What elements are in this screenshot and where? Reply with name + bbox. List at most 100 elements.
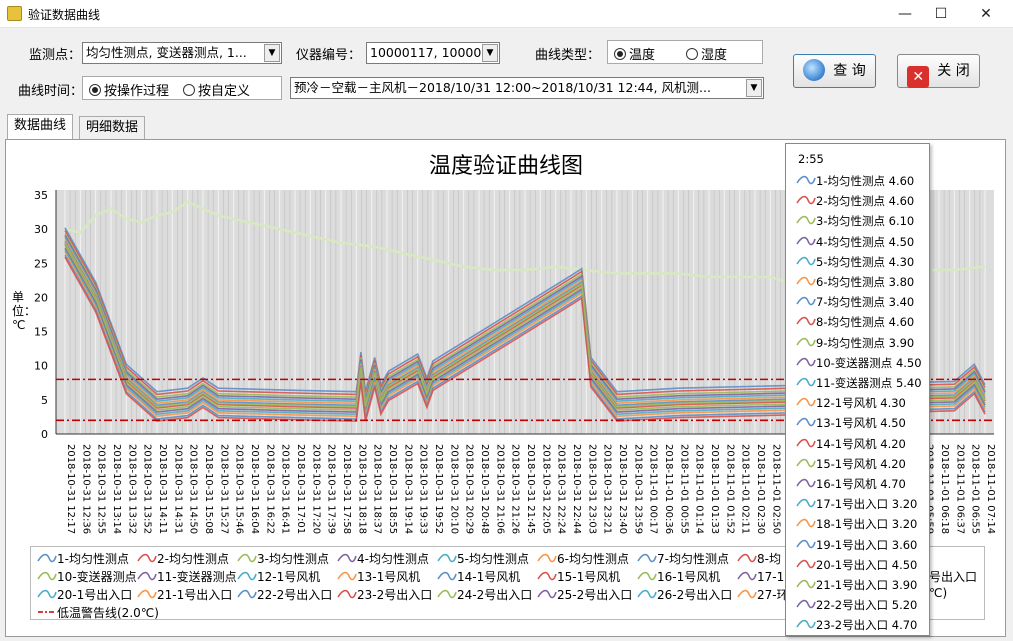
legend-item: 15-1号风机 xyxy=(537,568,620,585)
x-tick-label: 2018-10-31 17:58 xyxy=(341,444,352,534)
query-button[interactable]: 查 询 xyxy=(793,54,876,88)
legend-item: 7-均匀性测点 xyxy=(637,550,729,567)
chevron-down-icon[interactable]: ▼ xyxy=(746,79,762,97)
legend-label: 13-1号风机 xyxy=(357,570,421,584)
series-swatch-icon xyxy=(796,398,816,407)
legend-item: 低温警告线(2.0℃) xyxy=(37,604,159,621)
legend-label: 16-1号风机 xyxy=(657,570,721,584)
series-swatch-icon xyxy=(637,571,657,581)
x-tick-label: 2018-10-31 12:17 xyxy=(65,444,76,534)
window-title: 验证数据曲线 xyxy=(28,8,101,22)
series-swatch-icon xyxy=(796,357,816,367)
tooltip-label: 1-均匀性测点 4.60 xyxy=(816,174,915,188)
legend-item: 26-2号出入口 xyxy=(637,586,732,603)
series-swatch-icon xyxy=(796,418,816,427)
series-swatch-icon xyxy=(37,589,57,599)
close-window-button[interactable]: ✕ xyxy=(964,0,1008,28)
legend-label: 11-变送器测点 xyxy=(157,570,237,584)
legend-label: 14-1号风机 xyxy=(457,570,521,584)
legend-label: 7-均匀性测点 xyxy=(657,552,729,566)
legend-label: 21-1号出入口 xyxy=(157,588,233,602)
x-tick-label: 2018-10-31 21:45 xyxy=(525,444,536,534)
legend-label: 2-均匀性测点 xyxy=(157,552,229,566)
y-tick-label: 20 xyxy=(34,291,48,304)
radio-unchecked-icon xyxy=(183,84,195,96)
x-tick-label: 2018-10-31 13:14 xyxy=(111,444,122,534)
tooltip-label: 17-1号出入口 3.20 xyxy=(816,497,918,512)
x-tick-label: 2018-10-31 23:59 xyxy=(632,444,643,534)
legend-item: 25-2号出入口 xyxy=(537,586,632,603)
radio-label: 按操作过程 xyxy=(104,84,170,99)
legend-label: 8-均 xyxy=(757,552,781,566)
curve-type-label: 曲线类型： xyxy=(535,48,601,63)
y-tick-label: 0 xyxy=(41,428,48,441)
legend-label: 1-均匀性测点 xyxy=(57,552,129,566)
monitor-select[interactable]: 均匀性测点, 变送器测点, 1... ▼ xyxy=(82,42,282,64)
series-swatch-icon xyxy=(796,377,816,387)
y-tick-label: 10 xyxy=(34,360,48,373)
series-swatch-icon xyxy=(796,196,816,205)
hover-tooltip: 2:55 1-均匀性测点 4.60 2-均匀性测点 4.60 3-均匀性测点 6.1… xyxy=(785,143,930,636)
x-tick-label: 2018-10-31 18:37 xyxy=(372,444,383,534)
tab-chart[interactable]: 数据曲线 xyxy=(7,114,74,140)
radio-custom[interactable]: 按自定义 xyxy=(183,80,250,99)
legend-label: 低温警告线(2.0℃) xyxy=(57,606,159,620)
tooltip-label: 12-1号风机 4.30 xyxy=(816,396,906,411)
curve-time-group: 按操作过程 按自定义 xyxy=(82,76,282,100)
process-select[interactable]: 预冷－空载－主风机－2018/10/31 12:00~2018/10/31 12… xyxy=(290,77,764,99)
tab-detail[interactable]: 明细数据 xyxy=(79,116,146,140)
tooltip-row: 5-均匀性测点 4.30 xyxy=(796,254,914,270)
tooltip-label: 8-均匀性测点 4.60 xyxy=(816,315,915,330)
legend-item: 22-2号出入口 xyxy=(237,586,332,603)
series-swatch-icon xyxy=(437,589,457,599)
maximize-button[interactable]: ☐ xyxy=(919,0,963,28)
series-swatch-icon xyxy=(437,571,457,581)
close-button[interactable]: ✕ 关 闭 xyxy=(897,54,980,88)
magnifier-icon xyxy=(803,59,826,81)
x-tick-label: 2018-11-01 07:14 xyxy=(985,444,996,534)
tooltip-row: 2-均匀性测点 4.60 xyxy=(796,193,914,209)
tooltip-row: 18-1号出入口 3.20 xyxy=(796,516,917,532)
tooltip-row: 8-均匀性测点 4.60 xyxy=(796,314,914,330)
tooltip-label: 20-1号出入口 4.50 xyxy=(816,557,918,572)
chevron-down-icon[interactable]: ▼ xyxy=(264,44,280,62)
tooltip-row: 14-1号风机 4.20 xyxy=(796,436,906,452)
x-tick-label: 2018-11-01 06:18 xyxy=(939,444,950,534)
radio-humidity[interactable]: 湿度 xyxy=(686,44,727,63)
series-swatch-icon xyxy=(796,559,816,569)
series-swatch-icon xyxy=(796,236,816,245)
legend-item: 11-变送器测点 xyxy=(137,568,237,585)
tooltip-label: 11-变送器测点 5.40 xyxy=(816,376,922,390)
chevron-down-icon[interactable]: ▼ xyxy=(482,44,498,62)
radio-temperature[interactable]: 温度 xyxy=(614,44,655,63)
curve-type-group: 温度 湿度 xyxy=(607,40,763,64)
legend-item: 2-均匀性测点 xyxy=(137,550,229,567)
process-select-value: 预冷－空载－主风机－2018/10/31 12:00~2018/10/31 12… xyxy=(294,80,711,95)
series-swatch-icon xyxy=(796,276,816,286)
tooltip-label: 4-均匀性测点 4.50 xyxy=(816,234,915,249)
x-tick-label: 2018-10-31 17:39 xyxy=(326,444,337,534)
instrument-select[interactable]: 10000117, 10000... ▼ xyxy=(366,42,500,64)
radio-label: 温度 xyxy=(629,48,656,63)
x-tick-label: 2018-10-31 13:32 xyxy=(126,444,137,534)
series-swatch-icon xyxy=(796,519,816,528)
radio-by-process[interactable]: 按操作过程 xyxy=(89,80,169,99)
legend-label: 3-均匀性测点 xyxy=(257,552,329,566)
x-tick-label: 2018-11-01 00:36 xyxy=(663,444,674,534)
legend-item: 8-均 xyxy=(737,550,781,567)
close-icon: ✕ xyxy=(907,66,930,88)
legend-label: 22-2号出入口 xyxy=(257,588,333,602)
tooltip-label: 16-1号风机 4.70 xyxy=(816,477,906,491)
tooltip-row: 7-均匀性测点 3.40 xyxy=(796,294,914,310)
radio-checked-icon xyxy=(89,84,101,96)
series-swatch-icon xyxy=(37,553,57,563)
x-tick-label: 2018-10-31 14:11 xyxy=(157,444,168,534)
tooltip-row: 16-1号风机 4.70 xyxy=(796,476,906,492)
tooltip-label: 14-1号风机 4.20 xyxy=(816,436,906,451)
tooltip-row: 10-变送器测点 4.50 xyxy=(796,355,922,371)
instrument-label: 仪器编号： xyxy=(296,48,362,63)
legend-item: 24-2号出入口 xyxy=(437,586,532,603)
series-swatch-icon xyxy=(537,589,557,599)
legend-item: 23-2号出入口 xyxy=(337,586,432,603)
legend-item: 20-1号出入口 xyxy=(37,586,132,603)
